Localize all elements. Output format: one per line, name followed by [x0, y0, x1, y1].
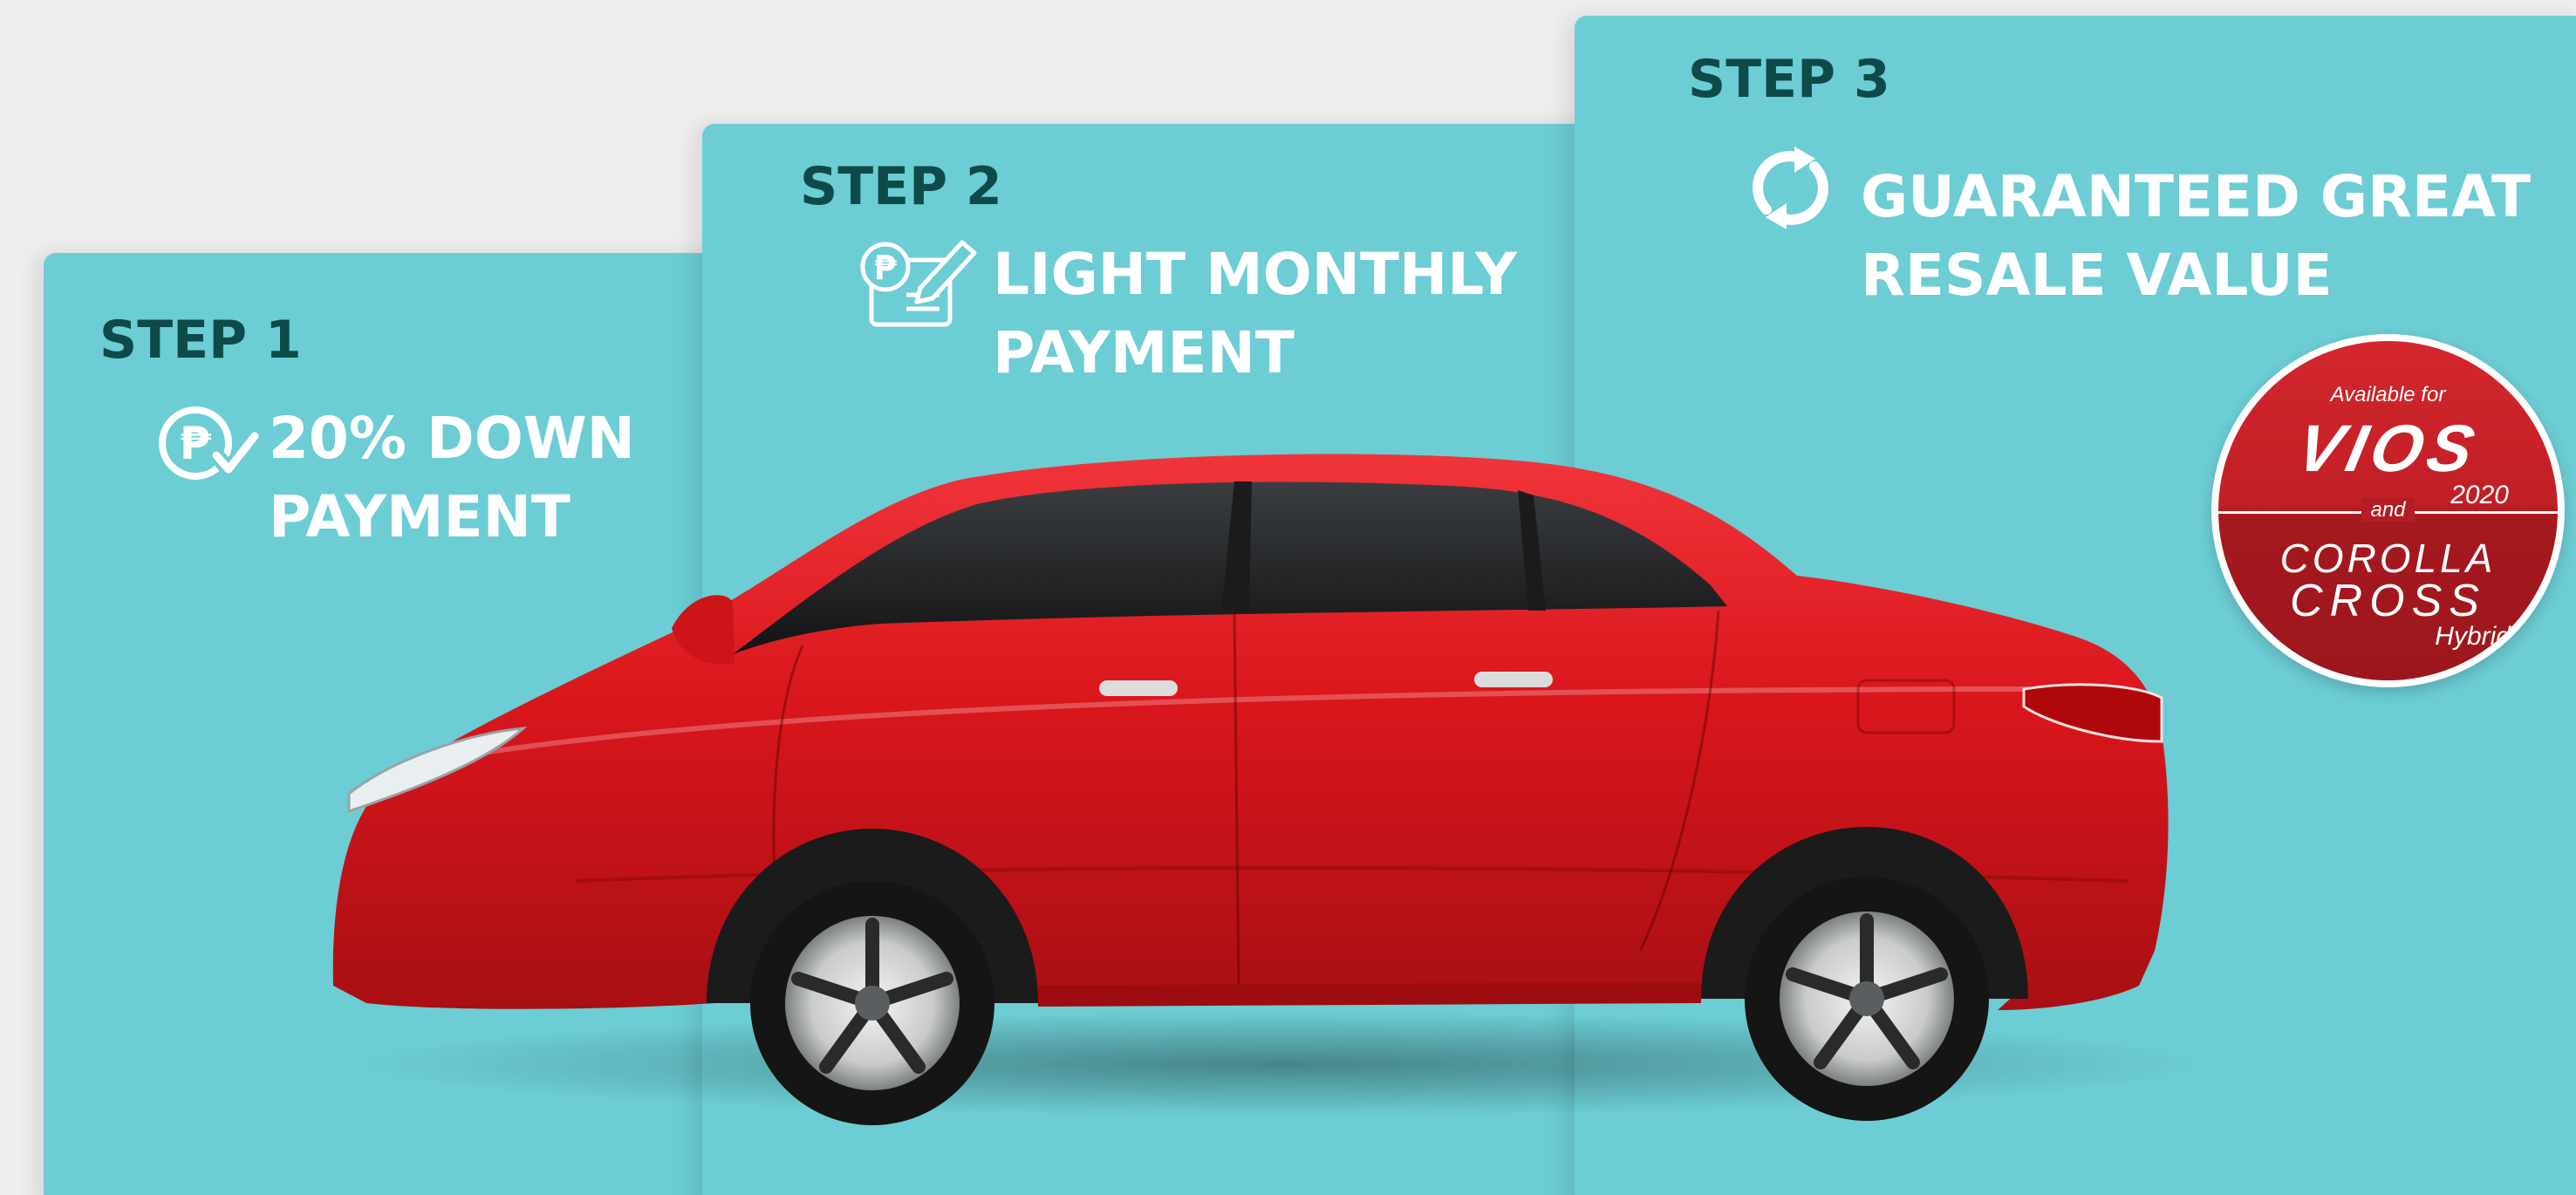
- step-2-headline: LIGHT MONTHLY PAYMENT: [993, 236, 1517, 393]
- badge-available-text: Available for: [2330, 383, 2446, 406]
- available-models-badge: Available for VIOS 2020 and COROLLA CROS…: [2211, 334, 2565, 687]
- refresh-cycle-icon: [1740, 138, 1841, 238]
- badge-circle: Available for VIOS 2020 and COROLLA CROS…: [2218, 341, 2558, 680]
- step-3-headline-line1: GUARANTEED GREAT: [1861, 163, 2531, 230]
- badge-model2-line2: CROSS: [2290, 576, 2486, 626]
- step-3-headline: GUARANTEED GREAT RESALE VALUE: [1861, 158, 2531, 315]
- rear-wheel: [1745, 877, 1989, 1121]
- badge-and-text: and: [2218, 498, 2558, 522]
- step-2-headline-line2: PAYMENT: [993, 319, 1295, 386]
- badge-model1-logo: VIOS: [2290, 412, 2486, 486]
- promo-banner: STEP 1 ₱ 20% DOWN PAYMENT STEP 2 ₱ LIGHT…: [0, 0, 2576, 1195]
- svg-text:₱: ₱: [874, 249, 898, 287]
- svg-text:₱: ₱: [180, 418, 212, 470]
- badge-and-label: and: [2361, 498, 2415, 522]
- front-wheel: [750, 881, 994, 1125]
- peso-document-sign-icon: ₱: [852, 234, 981, 330]
- step-3-label: STEP 3: [1688, 49, 1890, 110]
- step-3-headline-line2: RESALE VALUE: [1861, 242, 2333, 309]
- badge-model2-variant: Hybrid: [2435, 622, 2511, 651]
- step-2-label: STEP 2: [800, 156, 1002, 217]
- peso-check-icon: ₱: [155, 401, 263, 488]
- step-2-headline-line1: LIGHT MONTHLY: [993, 241, 1517, 308]
- step-1-label: STEP 1: [99, 310, 302, 371]
- red-sedan-car-image: [314, 427, 2277, 1143]
